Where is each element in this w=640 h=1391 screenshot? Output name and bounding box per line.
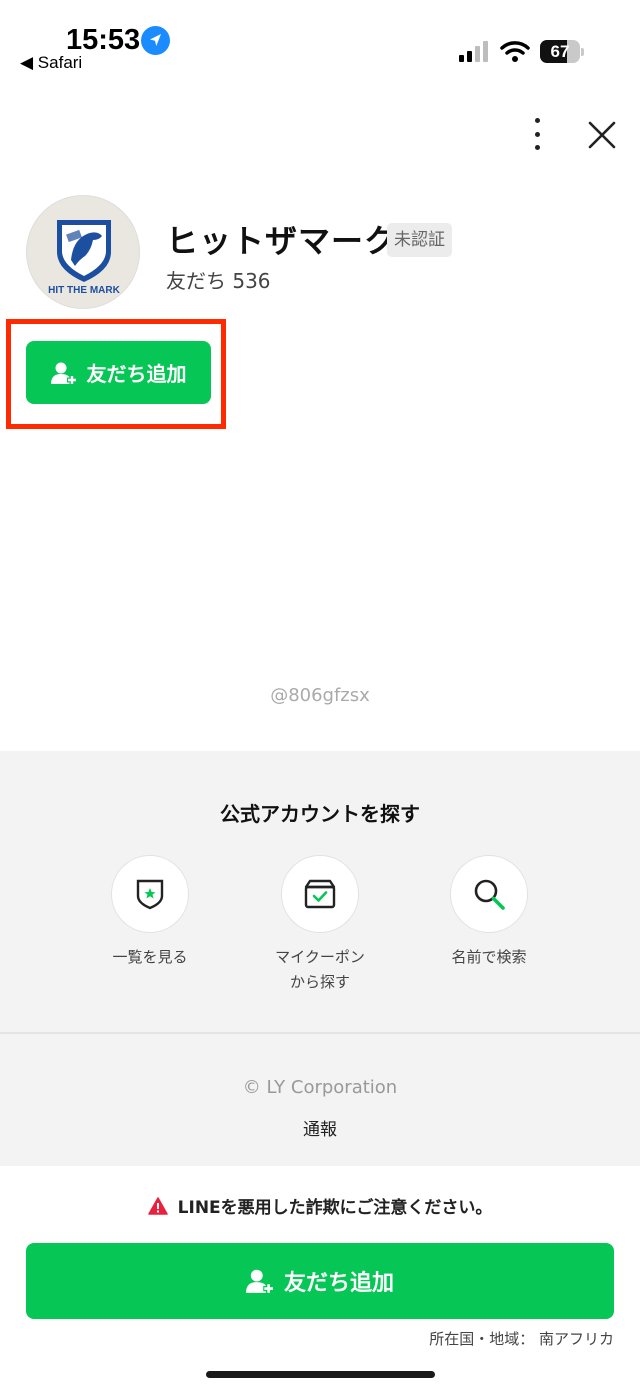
shield-star-icon	[136, 879, 164, 910]
wifi-icon	[500, 41, 530, 62]
friends-count: 友だち 536	[166, 269, 271, 293]
add-friend-label: 友だち追加	[283, 1271, 394, 1296]
report-link[interactable]: 通報	[0, 1115, 640, 1140]
shortcut-label: マイクーポン から探す	[275, 948, 365, 991]
browse-list-shortcut[interactable]: 一覧を見る	[80, 855, 220, 970]
add-friend-bottom-button[interactable]: 友だち追加	[26, 1243, 614, 1319]
status-bar: 15:53 ◀ Safari 67	[0, 0, 640, 80]
home-indicator[interactable]	[206, 1371, 435, 1378]
add-friend-button[interactable]: 友だち追加	[26, 341, 211, 404]
add-person-icon	[245, 1269, 274, 1294]
search-icon	[474, 879, 505, 910]
find-accounts-section: 公式アカウントを探す 一覧を見る マイクーポン から探す 名前で検索 © LY …	[0, 751, 640, 1166]
add-person-icon	[50, 362, 77, 385]
add-friend-label: 友だち追加	[86, 362, 187, 386]
shortcut-label: 名前で検索	[451, 948, 527, 966]
warning-icon	[147, 1196, 168, 1215]
account-name: ヒットザマーク	[166, 222, 398, 260]
copyright-text: © LY Corporation	[242, 1077, 398, 1098]
section-divider	[0, 1032, 640, 1034]
shortcut-label: 一覧を見る	[112, 948, 188, 966]
close-icon[interactable]	[584, 117, 620, 153]
coupon-box-icon	[304, 879, 336, 909]
unverified-badge: 未認証	[387, 223, 452, 257]
fraud-warning: LINEを悪用した詐欺にご注意ください。	[0, 1193, 640, 1218]
location-arrow-icon	[141, 26, 170, 55]
coupon-search-shortcut[interactable]: マイクーポン から探す	[250, 855, 390, 995]
section-title: 公式アカウントを探す	[220, 802, 420, 826]
back-to-safari-link[interactable]: ◀ Safari	[20, 53, 82, 73]
hit-the-mark-logo: HIT THE MARK	[48, 220, 121, 296]
battery-icon: 67	[540, 40, 584, 63]
avatar: HIT THE MARK	[26, 195, 140, 309]
cellular-signal-icon	[459, 41, 488, 62]
warning-text: LINEを悪用した詐欺にご注意ください。	[177, 1198, 493, 1218]
battery-level: 67	[550, 42, 570, 61]
region-text: 所在国・地域： 南アフリカ	[429, 1330, 614, 1348]
name-search-shortcut[interactable]: 名前で検索	[419, 855, 559, 970]
svg-text:HIT THE MARK: HIT THE MARK	[48, 285, 120, 296]
account-id: @806gfzsx	[270, 685, 370, 706]
more-options-icon[interactable]	[520, 116, 554, 152]
